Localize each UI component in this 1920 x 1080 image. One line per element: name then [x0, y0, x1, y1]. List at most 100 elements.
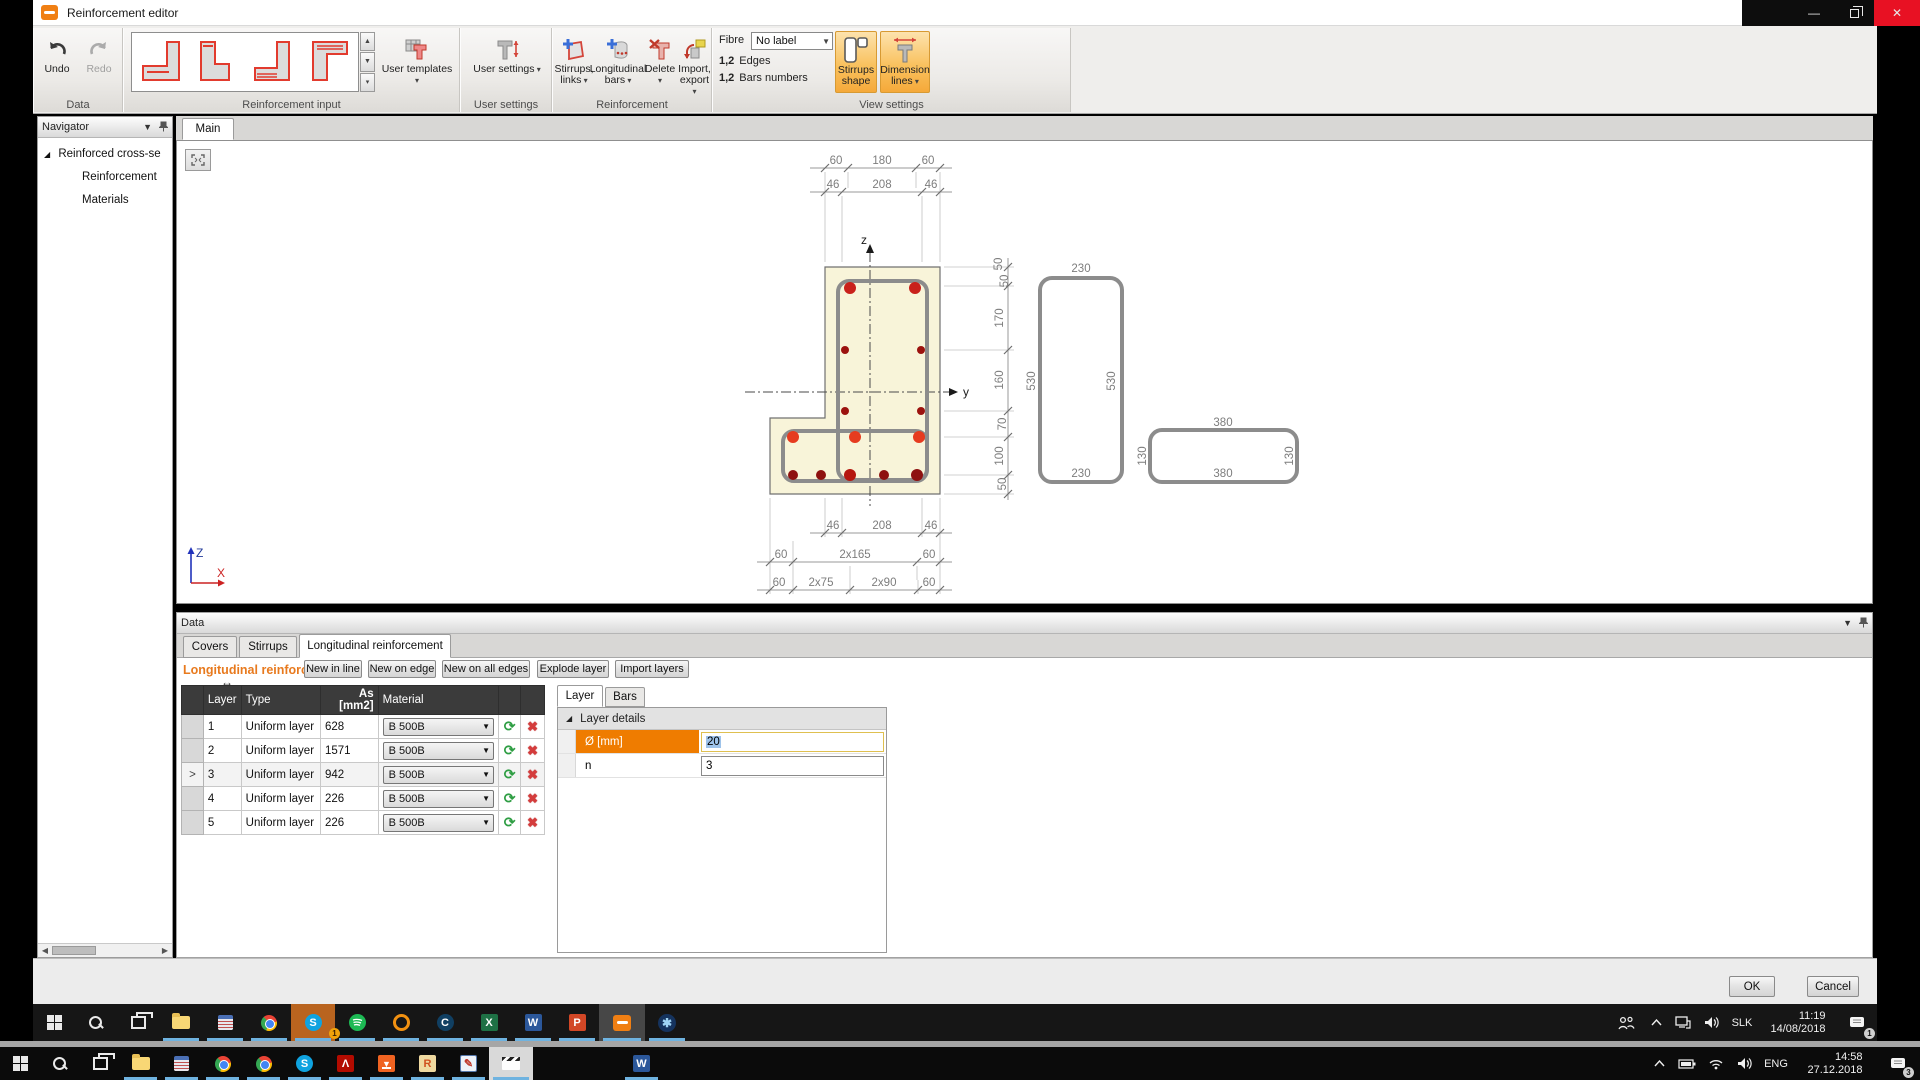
edges-toggle[interactable]: 1,2 Edges — [719, 55, 771, 67]
tab-covers[interactable]: Covers — [183, 636, 237, 658]
collapse-icon[interactable]: ◢ — [566, 714, 572, 723]
start-button[interactable] — [0, 1047, 40, 1080]
delete-layer-icon[interactable]: ✖ — [527, 743, 538, 758]
template-thumb-2[interactable] — [193, 38, 243, 86]
import-export-button[interactable]: Import, export — [677, 31, 712, 97]
tab-main[interactable]: Main — [182, 118, 234, 140]
people-button[interactable] — [1609, 1004, 1643, 1041]
undo-button[interactable]: Undo — [37, 31, 77, 75]
taskbar-video-player-active[interactable] — [489, 1047, 533, 1080]
close-button[interactable]: ✕ — [1874, 0, 1920, 26]
volume-button[interactable] — [1697, 1004, 1725, 1041]
material-dropdown[interactable]: B 500B ▼ — [382, 741, 495, 760]
template-thumb-1[interactable] — [137, 38, 187, 86]
taskbar-camtasia[interactable]: C — [423, 1004, 467, 1041]
tree-item-reinforcement[interactable]: Reinforcement — [82, 171, 157, 183]
language-indicator[interactable]: SLK — [1725, 1004, 1759, 1041]
taskbar-skype[interactable]: S 1 — [291, 1004, 340, 1041]
col-material[interactable]: Material — [377, 685, 500, 715]
dimension-lines-toggle[interactable]: Dimension lines — [880, 31, 930, 93]
restore-button[interactable] — [1834, 0, 1874, 26]
network-button[interactable] — [1669, 1004, 1697, 1041]
table-row[interactable]: 2 Uniform layer 1571 B 500B ▼ ⟳ ✖ — [181, 738, 545, 763]
material-dropdown[interactable]: B 500B ▼ — [382, 765, 495, 784]
refresh-material-icon[interactable]: ⟳ — [504, 766, 516, 782]
taskbar-chrome-profile2[interactable] — [243, 1047, 284, 1080]
material-dropdown[interactable]: B 500B ▼ — [382, 789, 495, 808]
taskbar-word[interactable]: W — [621, 1047, 662, 1080]
import-layers-button[interactable]: Import layers — [615, 660, 689, 678]
tab-bars[interactable]: Bars — [605, 687, 645, 707]
new-on-edge-button[interactable]: New on edge — [368, 660, 436, 678]
tree-item-reinforced-cross-section[interactable]: ◢ Reinforced cross-se — [44, 148, 161, 160]
layer-details-group[interactable]: ◢ Layer details — [558, 708, 886, 730]
n-input[interactable]: 3 — [701, 755, 884, 776]
taskbar-chrome[interactable] — [247, 1004, 291, 1041]
taskbar-mail-app[interactable] — [379, 1004, 423, 1041]
user-settings-button[interactable]: User settings — [469, 31, 545, 75]
tree-collapse-icon[interactable]: ◢ — [44, 150, 50, 159]
search-button[interactable] — [75, 1004, 117, 1041]
search-button[interactable] — [40, 1047, 80, 1080]
data-panel-dropdown-icon[interactable]: ▼ — [1843, 618, 1852, 628]
action-center-button[interactable]: 1 — [1837, 1004, 1877, 1041]
taskbar-image-editor[interactable]: ✎ — [448, 1047, 489, 1080]
data-panel-pin-icon[interactable] — [1858, 617, 1869, 630]
scroll-right-icon[interactable]: ▶ — [158, 944, 172, 957]
refresh-material-icon[interactable]: ⟳ — [504, 718, 516, 734]
taskbar-reinforcement-editor-active[interactable] — [599, 1004, 645, 1041]
taskbar-acrobat[interactable]: Λ — [325, 1047, 366, 1080]
tree-item-materials[interactable]: Materials — [82, 194, 129, 206]
battery-button[interactable] — [1672, 1047, 1702, 1080]
refresh-material-icon[interactable]: ⟳ — [504, 814, 516, 830]
template-gallery[interactable] — [131, 32, 359, 92]
refresh-material-icon[interactable]: ⟳ — [504, 742, 516, 758]
cancel-button[interactable]: Cancel — [1807, 976, 1859, 997]
longitudinal-bars-button[interactable]: Longitudinal bars — [590, 31, 646, 86]
taskbar-cad-app[interactable] — [161, 1047, 202, 1080]
action-center-button[interactable]: 3 — [1876, 1047, 1920, 1080]
delete-layer-icon[interactable]: ✖ — [527, 767, 538, 782]
minimize-button[interactable]: — — [1794, 0, 1834, 26]
scroll-left-icon[interactable]: ◀ — [38, 944, 52, 957]
navigator-dropdown-icon[interactable]: ▼ — [143, 122, 152, 132]
template-thumb-3[interactable] — [249, 38, 299, 86]
tab-layer[interactable]: Layer — [557, 685, 603, 707]
tray-expand-button[interactable] — [1646, 1047, 1672, 1080]
template-gallery-more[interactable]: ▾ — [360, 72, 375, 92]
refresh-material-icon[interactable]: ⟳ — [504, 790, 516, 806]
template-scroll-up[interactable]: ▲ — [360, 32, 375, 52]
taskbar-idea-statica[interactable]: ✱ — [645, 1004, 689, 1041]
stirrups-shape-toggle[interactable]: Stirrups shape — [835, 31, 877, 93]
taskbar-file-explorer[interactable] — [159, 1004, 203, 1041]
navigator-pin-icon[interactable] — [158, 121, 169, 134]
navigator-hscrollbar[interactable]: ◀ ▶ — [38, 943, 172, 957]
redo-button[interactable]: Redo — [79, 31, 119, 75]
taskbar-file-explorer[interactable] — [120, 1047, 161, 1080]
fibre-dropdown[interactable]: No label ▼ — [751, 32, 833, 50]
wifi-button[interactable] — [1702, 1047, 1730, 1080]
col-layer[interactable]: Layer — [202, 685, 242, 715]
tab-stirrups[interactable]: Stirrups — [239, 636, 297, 658]
col-as[interactable]: As [mm2] — [319, 685, 379, 715]
start-button[interactable] — [33, 1004, 75, 1041]
drawing-canvas[interactable]: Z X z y 60 180 60 46 208 46 46 208 46 60… — [176, 140, 1873, 604]
diameter-input[interactable]: 20 — [701, 731, 884, 752]
taskbar-excel[interactable]: X — [467, 1004, 511, 1041]
delete-layer-icon[interactable]: ✖ — [527, 719, 538, 734]
new-in-line-button[interactable]: New in line — [304, 660, 362, 678]
language-indicator[interactable]: ENG — [1758, 1047, 1794, 1080]
section-shape[interactable] — [769, 266, 941, 495]
new-on-all-edges-button[interactable]: New on all edges — [442, 660, 530, 678]
explode-layer-button[interactable]: Explode layer — [537, 660, 609, 678]
tab-longitudinal-reinforcement[interactable]: Longitudinal reinforcement — [299, 634, 451, 658]
task-view-button[interactable] — [117, 1004, 159, 1041]
taskbar-download-manager[interactable]: ▼ — [366, 1047, 407, 1080]
taskbar-spotify[interactable] — [335, 1004, 379, 1041]
ok-button[interactable]: OK — [1729, 976, 1775, 997]
user-templates-button[interactable]: User templates — [380, 31, 454, 86]
table-row[interactable]: 1 Uniform layer 628 B 500B ▼ ⟳ ✖ — [181, 714, 545, 739]
template-thumb-4[interactable] — [305, 38, 355, 86]
taskbar-cad-app[interactable] — [203, 1004, 247, 1041]
delete-button[interactable]: Delete — [643, 31, 677, 86]
